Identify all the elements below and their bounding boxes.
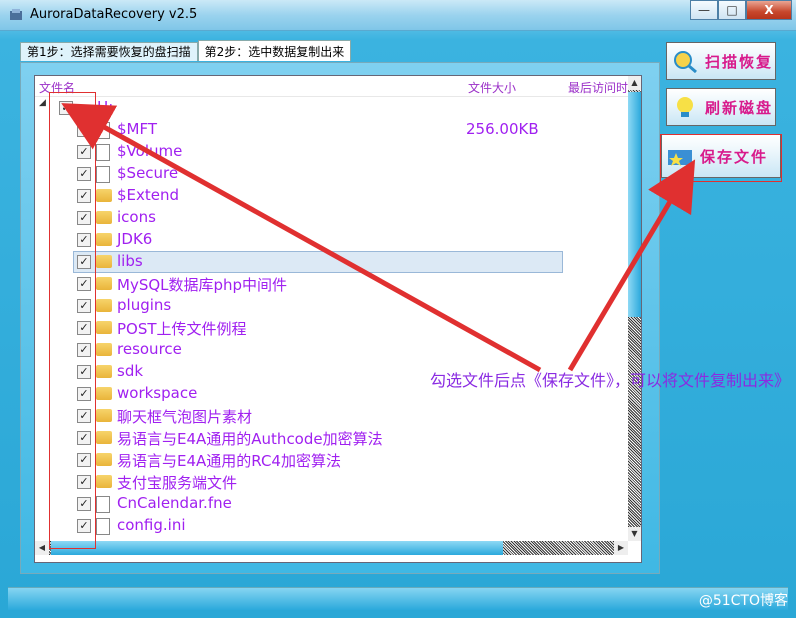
file-list[interactable]: 文件名 文件大小 最后访问时 ◢ ✓ H: ✓ $MFT 256.00KB ✓ $Vol… (34, 75, 642, 563)
horizontal-scroll-thumb[interactable] (51, 541, 503, 555)
row-name: $MFT (117, 120, 158, 138)
row-name: MySQL数据库php中间件 (117, 276, 288, 294)
row-name: CnCalendar.fne (117, 494, 232, 512)
row-name: POST上传文件例程 (117, 320, 247, 338)
row-name: config.ini (117, 516, 186, 534)
row-name: 易语言与E4A通用的RC4加密算法 (117, 452, 341, 470)
file-icon (96, 122, 110, 139)
row-name: 易语言与E4A通用的Authcode加密算法 (117, 430, 383, 448)
watermark: @51CTO博客 (698, 593, 788, 609)
list-item[interactable]: ✓ $MFT 256.00KB (35, 119, 628, 141)
scan-recover-button[interactable]: 扫描恢复 (666, 42, 776, 80)
row-name: 支付宝服务端文件 (117, 474, 238, 492)
checkbox-highlight-box (49, 92, 96, 549)
list-item[interactable]: ✓ libs (35, 251, 628, 273)
scroll-up-arrow[interactable]: ▲ (628, 76, 641, 90)
refresh-disk-label: 刷新磁盘 (705, 98, 774, 117)
list-item[interactable]: ✓ config.ini (35, 515, 628, 537)
folder-icon (96, 475, 112, 488)
close-button[interactable]: X (746, 0, 792, 20)
refresh-disk-button[interactable]: 刷新磁盘 (666, 88, 776, 126)
vertical-scrollbar[interactable]: ▲ ▼ (628, 76, 641, 541)
row-size: 256.00KB (466, 120, 539, 138)
file-icon (96, 144, 110, 161)
folder-icon (96, 365, 112, 378)
drive-label: H: (97, 98, 114, 116)
list-item[interactable]: ✓ JDK6 (35, 229, 628, 251)
tab-strip: 第1步：选择需要恢复的盘扫描 第2步：选中数据复制出来 (20, 40, 352, 62)
column-access[interactable]: 最后访问时 (568, 79, 628, 96)
magnifier-icon (674, 51, 697, 73)
folder-icon (96, 409, 112, 422)
tab-step1[interactable]: 第1步：选择需要恢复的盘扫描 (20, 42, 198, 61)
row-name: JDK6 (117, 230, 153, 248)
selection-highlight (73, 251, 563, 273)
maximize-button[interactable]: □ (718, 0, 746, 20)
folder-icon (96, 343, 112, 356)
list-item[interactable]: ✓ POST上传文件例程 (35, 317, 628, 339)
window-title: AuroraDataRecovery v2.5 (30, 7, 198, 22)
row-name: libs (117, 252, 143, 270)
row-name: plugins (117, 296, 172, 314)
list-item[interactable]: ✓ 支付宝服务端文件 (35, 471, 628, 493)
app-icon (10, 9, 22, 20)
row-name: $Secure (117, 164, 179, 182)
folder-icon (96, 211, 112, 224)
row-name: icons (117, 208, 156, 226)
row-name: $Extend (117, 186, 180, 204)
list-item[interactable]: ✓ resource (35, 339, 628, 361)
list-item[interactable]: ✓ MySQL数据库php中间件 (35, 273, 628, 295)
folder-icon (96, 453, 112, 466)
folder-icon (96, 299, 112, 312)
list-item[interactable]: ✓ $Secure (35, 163, 628, 185)
horizontal-scrollbar[interactable]: ◀ ▶ (35, 541, 628, 555)
app-window: AuroraDataRecovery v2.5 — □ X 第1步：选择需要恢复… (0, 0, 796, 618)
row-name: sdk (117, 362, 144, 380)
expand-toggle[interactable]: ◢ (39, 98, 46, 108)
column-size[interactable]: 文件大小 (468, 79, 516, 96)
folder-icon (96, 387, 112, 400)
scroll-left-arrow[interactable]: ◀ (35, 541, 49, 555)
list-item[interactable]: ✓ 聊天框气泡图片素材 (35, 405, 628, 427)
list-item[interactable]: ✓ 易语言与E4A通用的Authcode加密算法 (35, 427, 628, 449)
tab-pane: 文件名 文件大小 最后访问时 ◢ ✓ H: ✓ $MFT 256.00KB ✓ $Vol… (20, 62, 660, 574)
fne-file-icon (96, 496, 110, 513)
scroll-down-arrow[interactable]: ▼ (628, 527, 641, 541)
status-bar (8, 587, 788, 610)
vertical-scroll-thumb[interactable] (628, 92, 641, 317)
minimize-button[interactable]: — (690, 0, 718, 20)
list-item[interactable]: ✓ $Extend (35, 185, 628, 207)
folder-icon (96, 431, 112, 444)
file-icon (96, 166, 110, 183)
list-item[interactable]: ✓ $Volume (35, 141, 628, 163)
scroll-right-arrow[interactable]: ▶ (614, 541, 628, 555)
list-item[interactable]: ✓ CnCalendar.fne (35, 493, 628, 515)
list-rows: ◢ ✓ H: ✓ $MFT 256.00KB ✓ $Volume ✓ $Secure ✓ $Ex… (35, 97, 628, 541)
scan-recover-label: 扫描恢复 (705, 52, 774, 71)
drive-row[interactable]: ◢ ✓ H: (35, 97, 628, 119)
row-name: workspace (117, 384, 198, 402)
client-area: 第1步：选择需要恢复的盘扫描 第2步：选中数据复制出来 文件名 文件大小 最后访… (8, 30, 788, 610)
row-name: $Volume (117, 142, 183, 160)
list-header: 文件名 文件大小 最后访问时 (35, 76, 628, 97)
folder-icon (96, 233, 112, 246)
title-bar[interactable]: AuroraDataRecovery v2.5 — □ X (0, 0, 796, 31)
ini-file-icon (96, 518, 110, 535)
folder-icon (96, 277, 112, 290)
list-item[interactable]: ✓ plugins (35, 295, 628, 317)
lightbulb-icon (677, 97, 693, 117)
folder-icon (96, 321, 112, 334)
list-item[interactable]: ✓ icons (35, 207, 628, 229)
tab-step2[interactable]: 第2步：选中数据复制出来 (197, 40, 352, 61)
folder-icon (96, 255, 112, 268)
annotation-text: 勾选文件后点《保存文件》，可以将文件复制出来》 (430, 371, 791, 390)
row-name: 聊天框气泡图片素材 (117, 408, 253, 426)
row-name: resource (117, 340, 182, 358)
folder-icon (96, 189, 112, 202)
list-item[interactable]: ✓ 易语言与E4A通用的RC4加密算法 (35, 449, 628, 471)
save-button-highlight-box (660, 134, 782, 182)
